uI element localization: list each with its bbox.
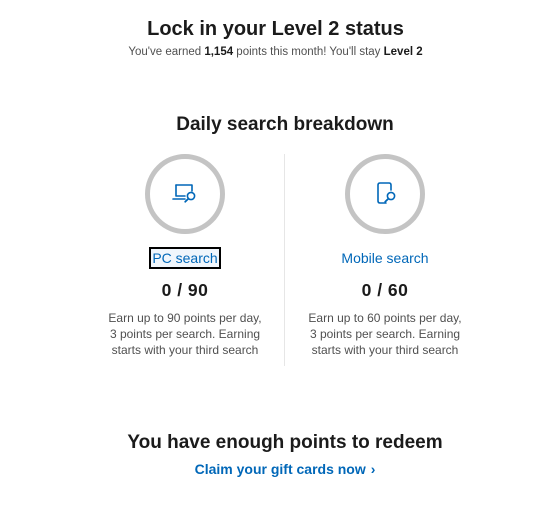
pc-desc-line: starts with your third search <box>111 343 259 357</box>
pc-desc-line: Earn up to 90 points per day, <box>108 311 262 325</box>
claim-link-label[interactable]: Claim your gift cards now <box>195 461 366 477</box>
mobile-search-count: 0 / 60 <box>361 280 409 300</box>
phone-search-icon <box>370 179 400 209</box>
points-earned: 1,154 <box>204 46 234 58</box>
status-title: Lock in your Level 2 status <box>147 18 404 40</box>
laptop-search-icon <box>170 179 200 209</box>
status-sub-middle: points this month! You'll stay <box>233 46 384 58</box>
mobile-desc-line: starts with your third search <box>311 343 459 357</box>
pc-desc-line: 3 points per search. Earning <box>109 327 261 341</box>
redeem-title: You have enough points to redeem <box>127 432 443 453</box>
chevron-right-icon[interactable]: › <box>371 461 376 477</box>
mobile-progress-ring <box>345 154 425 234</box>
pc-search-link[interactable]: PC search <box>149 247 221 269</box>
mobile-search-description: Earn up to 60 points per day, 3 points p… <box>285 310 485 358</box>
breakdown-title: Daily search breakdown <box>176 114 394 135</box>
pc-search-card: PC search 0 / 90 Earn up to 90 points pe… <box>85 154 285 358</box>
status-subtitle: You've earned 1,154 points this month! Y… <box>0 46 551 58</box>
pc-search-description: Earn up to 90 points per day, 3 points p… <box>85 310 285 358</box>
pc-search-count: 0 / 90 <box>161 280 209 300</box>
status-sub-prefix: You've earned <box>128 46 205 58</box>
claim-gift-cards-link[interactable]: Claim your gift cards now › <box>0 461 551 477</box>
mobile-desc-line: 3 points per search. Earning <box>309 327 461 341</box>
mobile-desc-line: Earn up to 60 points per day, <box>308 311 462 325</box>
mobile-search-card: Mobile search 0 / 60 Earn up to 60 point… <box>285 154 485 358</box>
mobile-search-link[interactable]: Mobile search <box>340 249 429 267</box>
status-level: Level 2 <box>383 46 423 58</box>
pc-progress-ring <box>145 154 225 234</box>
